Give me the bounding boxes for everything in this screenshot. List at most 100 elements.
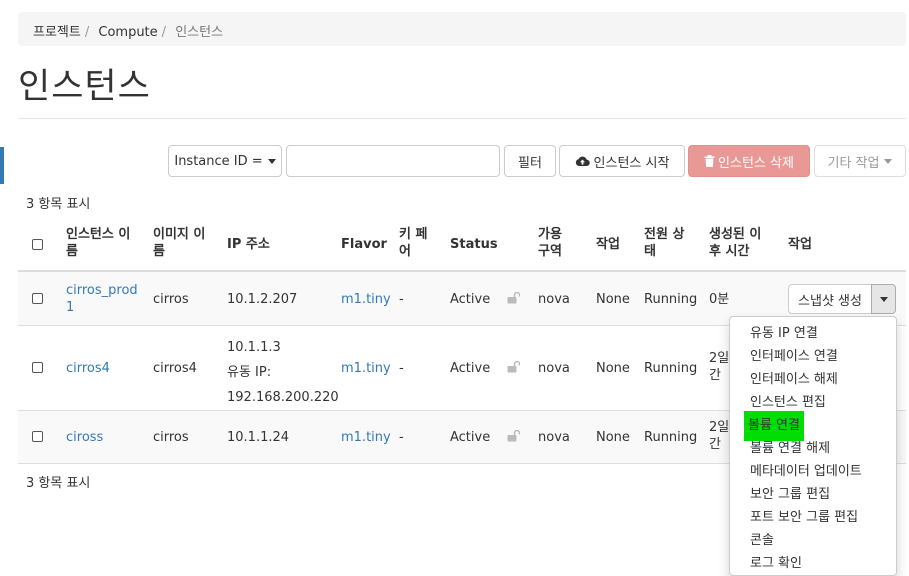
age-line1: 2일 [709,420,730,435]
task: None [596,430,630,445]
menu-item-attach-volume[interactable]: 볼륨 연결 [730,411,896,441]
instance-name-line1: cirros_prod [66,283,138,298]
power-state: Running [644,430,698,445]
flavor-link[interactable]: m1.tiny [341,429,391,446]
launch-instance-label: 인스턴스 시작 [593,155,670,171]
menu-item-edit-security-groups[interactable]: 보안 그룹 편집 [730,483,896,506]
filter-input[interactable] [286,145,500,177]
column-header-az[interactable]: 가용 구역 [538,226,562,260]
caret-down-icon [884,158,893,164]
column-header-image-line1: 이미지 이 [153,227,206,242]
menu-item-update-metadata[interactable]: 메타데이터 업데이트 [730,460,896,483]
power-state: Running [644,292,698,307]
ip-fixed: 10.1.1.3 [227,340,281,355]
age: 2일 간 [709,419,729,453]
row-checkbox[interactable] [32,431,43,442]
menu-item-label: 포트 보안 그룹 편집 [750,510,859,525]
instance-name-link[interactable]: ciross [66,429,103,446]
column-header-power[interactable]: 전원 상 태 [644,226,684,260]
image-name: cirros [153,292,189,307]
menu-item-label: 로그 확인 [750,556,802,571]
column-header-power-line1: 전원 상 [644,227,685,242]
status: Active [450,430,491,445]
column-header-image[interactable]: 이미지 이 름 [153,226,205,260]
ip-address: 10.1.1.24 [227,430,290,445]
delete-instances-label: 인스턴스 삭제 [718,155,794,171]
image-name: cirros4 [153,361,197,376]
column-header-status[interactable]: Status [450,236,498,253]
row-checkbox[interactable] [32,362,43,373]
breadcrumb-compute[interactable]: Compute [98,25,157,40]
flavor-link[interactable]: m1.tiny [341,291,391,308]
instance-name-link[interactable]: cirros_prod 1 [66,282,138,316]
more-actions-label: 기타 작업 [827,155,880,171]
breadcrumb: 프로젝트 / Compute / 인스턴스 [18,12,906,46]
column-header-name[interactable]: 인스턴스 이 름 [66,226,130,260]
ip-address: 10.1.1.3 유동 IP: 192.168.200.220 [227,335,339,410]
row-actions-toggle[interactable] [871,284,896,314]
task: None [596,292,630,307]
page-title: 인스턴스 [18,67,151,107]
menu-item-detach-volume[interactable]: 볼륨 연결 해제 [730,437,896,460]
unlock-icon [507,361,520,373]
column-header-flavor[interactable]: Flavor [341,236,387,253]
age: 2일 간 [709,350,729,384]
column-header-actions: 작업 [788,237,812,252]
keypair: - [399,430,404,445]
select-all-checkbox[interactable] [32,239,43,250]
column-header-name-line2: 름 [66,244,78,259]
caret-down-icon [267,158,276,164]
age: 0분 [709,292,730,307]
delete-instances-button[interactable]: 인스턴스 삭제 [688,145,810,177]
breadcrumb-separator: / [161,25,167,40]
image-name: cirros [153,430,189,445]
create-snapshot-label: 스냅샷 생성 [798,293,862,309]
caret-down-icon [879,296,888,302]
item-count-top: 3 항목 표시 [26,197,91,212]
filter-button-label: 필터 [518,155,542,171]
column-header-az-line2: 구역 [538,244,562,259]
flavor-link[interactable]: m1.tiny [341,360,391,377]
launch-instance-button[interactable]: 인스턴스 시작 [559,145,685,177]
menu-item-edit-port-security-groups[interactable]: 포트 보안 그룹 편집 [730,506,896,529]
menu-item-label: 인스턴스 편집 [750,395,826,410]
status: Active [450,292,491,307]
column-header-name-line1: 인스턴스 이 [66,227,131,242]
column-header-task[interactable]: 작업 [596,236,620,253]
menu-item-label: 인터페이스 해제 [750,372,838,387]
menu-item-associate-floating-ip[interactable]: 유동 IP 연결 [730,322,896,345]
create-snapshot-button[interactable]: 스냅샷 생성 [788,284,872,314]
trash-icon [704,155,715,167]
column-header-keypair[interactable]: 키 페 어 [399,226,427,260]
breadcrumb-separator: / [84,25,90,40]
unlock-icon [507,430,520,442]
menu-item-view-log[interactable]: 로그 확인 [730,552,896,575]
column-header-age-line2: 후 시간 [709,244,750,259]
column-header-image-line2: 름 [153,244,165,259]
menu-item-console[interactable]: 콘솔 [730,529,896,552]
cloud-upload-icon [575,156,590,167]
availability-zone: nova [538,292,570,307]
menu-item-detach-interface[interactable]: 인터페이스 해제 [730,368,896,391]
filter-button[interactable]: 필터 [504,145,556,177]
keypair: - [399,361,404,376]
column-header-ip[interactable]: IP 주소 [227,236,270,253]
column-header-age[interactable]: 생성된 이 후 시간 [709,226,761,260]
row-actions-split-button: 스냅샷 생성 [788,284,896,314]
row-actions-dropdown: 유동 IP 연결 인터페이스 연결 인터페이스 해제 인스턴스 편집 볼륨 연결… [729,316,897,576]
ip-floating-label: 유동 IP: [227,365,272,380]
age-line1: 2일 [709,351,730,366]
more-actions-button[interactable]: 기타 작업 [814,145,906,177]
menu-item-attach-interface[interactable]: 인터페이스 연결 [730,345,896,368]
menu-item-label: 콘솔 [750,533,774,548]
column-header-age-line1: 생성된 이 [709,227,762,242]
instance-name-link[interactable]: cirros4 [66,360,110,377]
power-state: Running [644,361,698,376]
availability-zone: nova [538,430,570,445]
item-count-bottom: 3 항목 표시 [26,476,91,491]
accent-bar [0,147,4,184]
menu-item-label: 메타데이터 업데이트 [750,464,862,479]
breadcrumb-project[interactable]: 프로젝트 [33,25,81,40]
row-checkbox[interactable] [32,293,43,304]
filter-field-select[interactable]: Instance ID = [168,145,282,177]
